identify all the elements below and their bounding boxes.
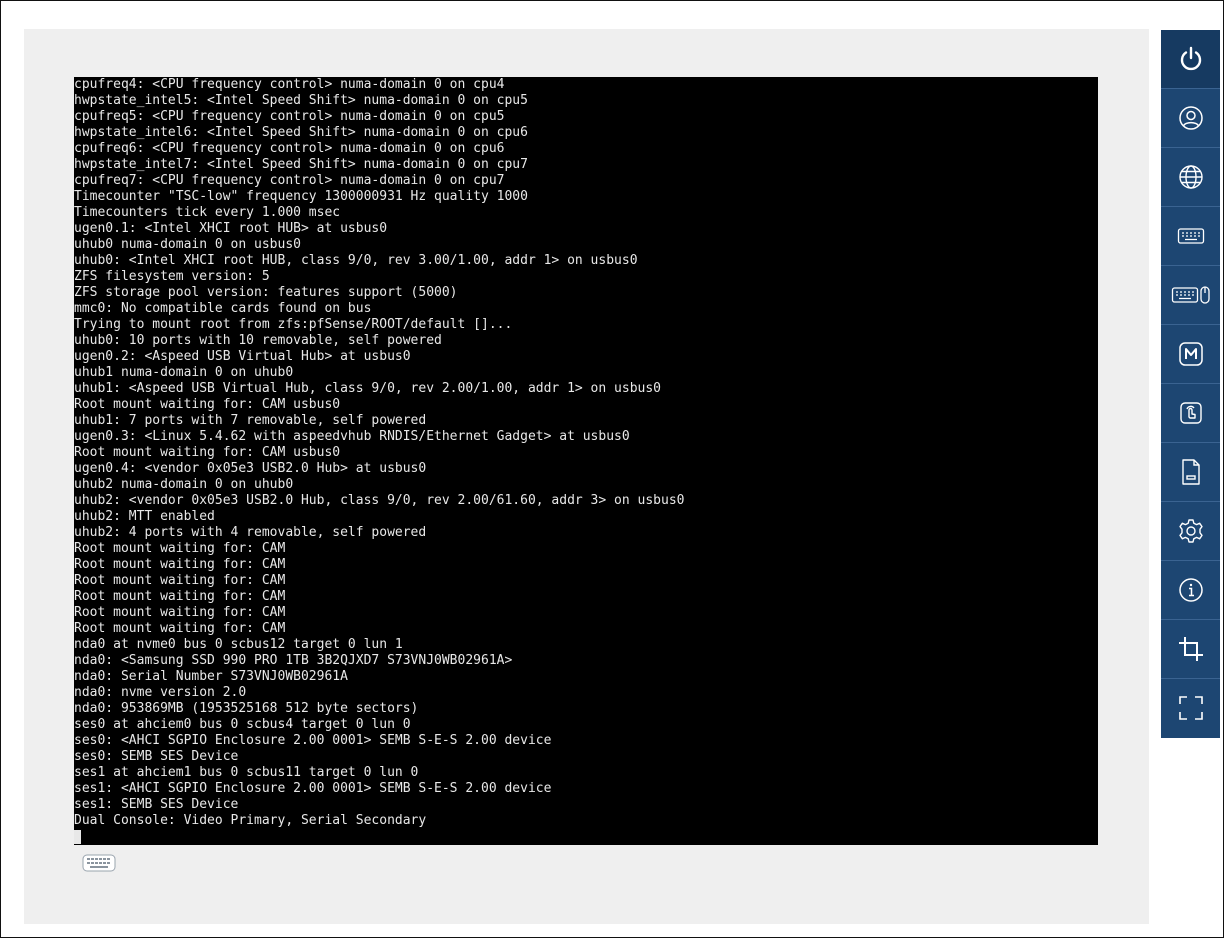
console-cursor xyxy=(74,829,1098,845)
console-line: uhub2: <vendor 0x05e3 USB2.0 Hub, class … xyxy=(74,493,685,508)
keyboard-mouse-icon xyxy=(1171,286,1210,304)
console-line: uhub2: 4 ports with 4 removable, self po… xyxy=(74,525,427,540)
console-line: ses0 at ahciem0 bus 0 scbus4 target 0 lu… xyxy=(74,717,411,732)
send-keys-button[interactable] xyxy=(1161,384,1220,442)
keyboard-icon xyxy=(1177,228,1204,244)
console-line: ses0: SEMB SES Device xyxy=(74,749,239,764)
console-line: uhub0: 10 ports with 10 removable, self … xyxy=(74,333,442,348)
console-line: ugen0.1: <Intel XHCI root HUB> at usbus0 xyxy=(74,221,388,236)
console-line: hwpstate_intel5: <Intel Speed Shift> num… xyxy=(74,93,528,108)
console-line: Root mount waiting for: CAM usbus0 xyxy=(74,445,341,460)
console-line: uhub2: MTT enabled xyxy=(74,509,215,524)
virtual-keyboard-button[interactable] xyxy=(1161,207,1220,265)
console-line: nda0: <Samsung SSD 990 PRO 1TB 3B2QJXD7 … xyxy=(74,653,513,668)
info-button[interactable] xyxy=(1161,561,1220,619)
fullscreen-icon xyxy=(1178,696,1203,720)
keyboard-mouse-button[interactable] xyxy=(1161,266,1220,324)
console-line: nda0: 953869MB (1953525168 512 byte sect… xyxy=(74,701,419,716)
console-line: cpufreq5: <CPU frequency control> numa-d… xyxy=(74,109,505,124)
macro-button[interactable] xyxy=(1161,325,1220,383)
user-icon xyxy=(1178,106,1203,130)
remote-console-screen[interactable]: cpufreq4: <CPU frequency control> numa-d… xyxy=(74,77,1098,845)
fullscreen-button[interactable] xyxy=(1161,679,1220,737)
console-line: Root mount waiting for: CAM xyxy=(74,605,286,620)
console-line: uhub1: <Aspeed USB Virtual Hub, class 9/… xyxy=(74,381,661,396)
console-line: ses0: <AHCI SGPIO Enclosure 2.00 0001> S… xyxy=(74,733,552,748)
keyboard-toggle-icon[interactable] xyxy=(82,853,116,873)
console-line: Root mount waiting for: CAM xyxy=(74,541,286,556)
console-line: nda0 at nvme0 bus 0 scbus12 target 0 lun… xyxy=(74,637,403,652)
console-line: ugen0.4: <vendor 0x05e3 USB2.0 Hub> at u… xyxy=(74,461,427,476)
console-line: ugen0.2: <Aspeed USB Virtual Hub> at usb… xyxy=(74,349,411,364)
console-line: uhub1: 7 ports with 7 removable, self po… xyxy=(74,413,427,428)
console-line: nda0: nvme version 2.0 xyxy=(74,685,247,700)
info-icon xyxy=(1178,578,1203,602)
console-line: Root mount waiting for: CAM xyxy=(74,621,286,636)
user-button[interactable] xyxy=(1161,89,1220,147)
console-line: Dual Console: Video Primary, Serial Seco… xyxy=(74,813,427,828)
console-line: Timecounter "TSC-low" frequency 13000009… xyxy=(74,189,528,204)
language-button[interactable] xyxy=(1161,148,1220,206)
crop-icon xyxy=(1178,637,1203,661)
console-line: ZFS storage pool version: features suppo… xyxy=(74,285,458,300)
console-line: Root mount waiting for: CAM xyxy=(74,589,286,604)
console-line: ses1: SEMB SES Device xyxy=(74,797,239,812)
console-line: uhub1 numa-domain 0 on uhub0 xyxy=(74,365,294,380)
power-button[interactable] xyxy=(1161,30,1220,88)
console-line: mmc0: No compatible cards found on bus xyxy=(74,301,372,316)
console-line: ZFS filesystem version: 5 xyxy=(74,269,270,284)
console-line: ugen0.3: <Linux 5.4.62 with aspeedvhub R… xyxy=(74,429,630,444)
virtual-media-button[interactable] xyxy=(1161,443,1220,501)
console-line: cpufreq4: <CPU frequency control> numa-d… xyxy=(74,77,505,92)
gear-icon xyxy=(1178,519,1203,543)
crop-button[interactable] xyxy=(1161,620,1220,678)
console-line: uhub0 numa-domain 0 on usbus0 xyxy=(74,237,301,252)
console-line: Root mount waiting for: CAM xyxy=(74,573,286,588)
kvm-toolbar xyxy=(1161,30,1220,738)
console-line: nda0: Serial Number S73VNJ0WB02961A xyxy=(74,669,348,684)
console-line: Root mount waiting for: CAM xyxy=(74,557,286,572)
touch-icon xyxy=(1179,402,1202,424)
console-line: uhub2 numa-domain 0 on uhub0 xyxy=(74,477,294,492)
kvm-viewer: cpufreq4: <CPU frequency control> numa-d… xyxy=(24,29,1149,924)
file-icon xyxy=(1181,459,1200,485)
globe-icon xyxy=(1178,165,1203,189)
console-line: Timecounters tick every 1.000 msec xyxy=(74,205,341,220)
console-line: Trying to mount root from zfs:pfSense/RO… xyxy=(74,317,513,332)
console-line: ses1: <AHCI SGPIO Enclosure 2.00 0001> S… xyxy=(74,781,552,796)
console-line: hwpstate_intel6: <Intel Speed Shift> num… xyxy=(74,125,528,140)
window-frame: cpufreq4: <CPU frequency control> numa-d… xyxy=(0,0,1224,938)
console-line: uhub0: <Intel XHCI root HUB, class 9/0, … xyxy=(74,253,638,268)
console-line: cpufreq7: <CPU frequency control> numa-d… xyxy=(74,173,505,188)
console-line: ses1 at ahciem1 bus 0 scbus11 target 0 l… xyxy=(74,765,419,780)
console-line: hwpstate_intel7: <Intel Speed Shift> num… xyxy=(74,157,528,172)
power-icon xyxy=(1180,46,1201,71)
settings-button[interactable] xyxy=(1161,502,1220,560)
console-line: cpufreq6: <CPU frequency control> numa-d… xyxy=(74,141,505,156)
m-icon xyxy=(1178,342,1203,366)
console-line: Root mount waiting for: CAM usbus0 xyxy=(74,397,341,412)
